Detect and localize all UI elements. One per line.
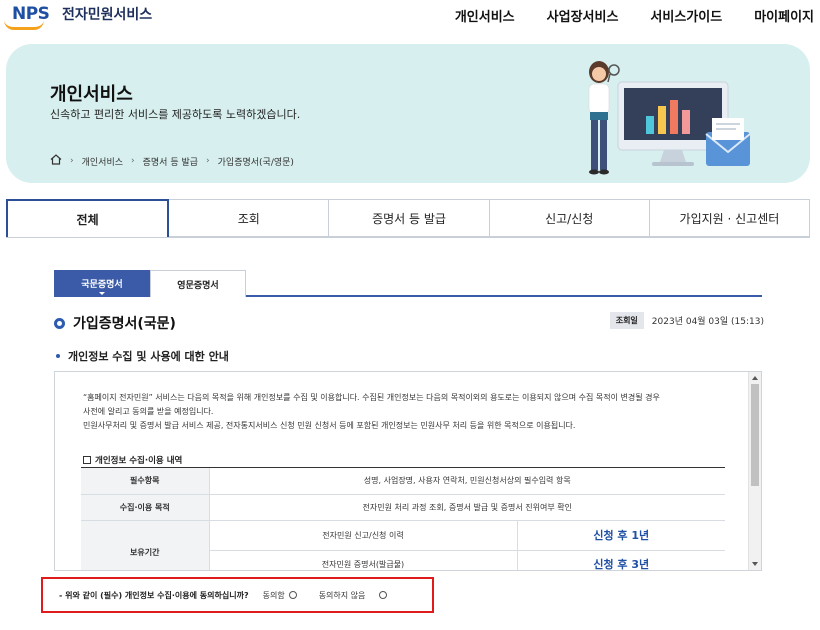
notice-line-3: 민원사무처리 및 증명서 발급 서비스 제공, 전자통지서비스 신청 민원 신청… bbox=[83, 421, 576, 430]
notice-line-2: 사전에 알리고 동의를 받을 예정입니다. bbox=[83, 407, 214, 416]
tab-support-center[interactable]: 가입지원 · 신고센터 bbox=[649, 199, 811, 237]
breadcrumb-personal-service[interactable]: 개인서비스 bbox=[82, 155, 123, 168]
nps-logo-mark: NPS bbox=[4, 4, 60, 30]
privacy-heading-text: 개인정보 수집 및 사용에 대한 안내 bbox=[68, 350, 229, 363]
collection-table-title: 개인정보 수집·이용 내역 bbox=[83, 454, 182, 466]
collection-table: 필수항목 성명, 사업장명, 사용자 연락처, 민원신청서상의 필수입력 항목 … bbox=[81, 468, 725, 570]
global-nav: 개인서비스 사업장서비스 서비스가이드 마이페이지 bbox=[455, 6, 814, 25]
subtab-korean-certificate[interactable]: 국문증명서 bbox=[54, 270, 150, 297]
retention-value-2: 신청 후 3년 bbox=[516, 550, 725, 570]
purpose-label: 수집·이용 목적 bbox=[81, 494, 209, 521]
banner-illustration bbox=[588, 61, 751, 175]
scroll-up-arrow-icon[interactable] bbox=[752, 376, 758, 380]
consent-question: - 위와 같이 (필수) 개인정보 수집·이용에 동의하십니까? bbox=[59, 590, 249, 600]
consent-agree-radio[interactable] bbox=[288, 591, 297, 599]
tab-all[interactable]: 전체 bbox=[6, 199, 170, 237]
certificate-language-tabs: 국문증명서 영문증명서 bbox=[54, 270, 762, 297]
subtab-english-certificate[interactable]: 영문증명서 bbox=[150, 270, 246, 297]
scrollbar-thumb[interactable] bbox=[751, 384, 759, 486]
site-header: NPS 전자민원서비스 개인서비스 사업장서비스 서비스가이드 마이페이지 bbox=[0, 0, 820, 34]
scroll-down-arrow-icon[interactable] bbox=[752, 562, 758, 566]
retention-value-1: 신청 후 1년 bbox=[516, 520, 725, 551]
privacy-consent-box: - 위와 같이 (필수) 개인정보 수집·이용에 동의하십니까? 동의함 동의하… bbox=[41, 577, 434, 613]
consent-disagree-label: 동의하지 않음 bbox=[318, 590, 366, 600]
retention-item-2: 전자민원 증명서(발급물) bbox=[208, 550, 517, 570]
tab-certificate-issue[interactable]: 증명서 등 발급 bbox=[329, 199, 490, 237]
inquiry-date: 조회일 2023년 04월 03일 (15:13) bbox=[609, 312, 764, 329]
subtab-korean-label: 국문증명서 bbox=[81, 280, 123, 290]
banner-title: 개인서비스 bbox=[50, 84, 133, 105]
breadcrumb: › 개인서비스 › 증명서 등 발급 › 가입증명서(국/영문) bbox=[50, 154, 294, 168]
category-tabs: 전체 조회 증명서 등 발급 신고/신청 가입지원 · 신고센터 bbox=[6, 199, 811, 238]
privacy-heading: 개인정보 수집 및 사용에 대한 안내 bbox=[56, 348, 229, 364]
breadcrumb-certificate-issue[interactable]: 증명서 등 발급 bbox=[143, 155, 198, 168]
consent-agree-label: 동의함 bbox=[262, 590, 285, 600]
breadcrumb-separator-icon: › bbox=[70, 156, 74, 166]
section-title: 가입증명서(국문) bbox=[54, 313, 176, 333]
breadcrumb-current-page: 가입증명서(국/영문) bbox=[217, 157, 294, 168]
consent-disagree-option[interactable]: 동의하지 않음 bbox=[319, 590, 388, 601]
breadcrumb-separator-icon: › bbox=[131, 156, 135, 166]
nav-personal-service[interactable]: 개인서비스 bbox=[455, 6, 515, 25]
nav-my-page[interactable]: 마이페이지 bbox=[754, 6, 814, 25]
retention-item-1: 전자민원 신고/신청 이력 bbox=[208, 520, 517, 551]
page-banner: 개인서비스 신속하고 편리한 서비스를 제공하도록 노력하겠습니다. › 개인서… bbox=[6, 44, 810, 183]
caret-down-icon bbox=[99, 292, 105, 295]
notice-line-1: “홈페이지 전자민원” 서비스는 다음의 목적을 위해 개인정보를 수집 및 이… bbox=[83, 393, 660, 402]
logo-swoosh-icon bbox=[4, 20, 44, 30]
date-label-badge: 조회일 bbox=[609, 312, 644, 329]
page-title: 가입증명서(국문) bbox=[73, 316, 176, 332]
breadcrumb-separator-icon: › bbox=[206, 156, 210, 166]
nav-business-service[interactable]: 사업장서비스 bbox=[547, 6, 619, 25]
privacy-notice-content: “홈페이지 전자민원” 서비스는 다음의 목적을 위해 개인정보를 수집 및 이… bbox=[55, 372, 749, 570]
table-row: 수집·이용 목적 전자민원 처리 과정 조회, 증명서 발급 및 증명서 진위여… bbox=[81, 494, 725, 521]
site-logo[interactable]: NPS 전자민원서비스 bbox=[4, 4, 152, 30]
consent-disagree-radio[interactable] bbox=[379, 591, 388, 599]
dot-bullet-icon bbox=[56, 354, 60, 358]
purpose-value: 전자민원 처리 과정 조회, 증명서 발급 및 증명서 진위여부 확인 bbox=[208, 494, 725, 521]
collection-table-title-text: 개인정보 수집·이용 내역 bbox=[95, 456, 183, 466]
retention-label: 보유기간 bbox=[81, 520, 209, 570]
tab-report-apply[interactable]: 신고/신청 bbox=[489, 199, 650, 237]
subtab-english-label: 영문증명서 bbox=[177, 280, 219, 291]
logo-service-name: 전자민원서비스 bbox=[62, 7, 153, 23]
home-icon[interactable] bbox=[50, 154, 62, 168]
nav-service-guide[interactable]: 서비스가이드 bbox=[650, 6, 722, 25]
checkbox-square-icon bbox=[83, 456, 91, 464]
required-items-label: 필수항목 bbox=[81, 468, 209, 495]
table-row: 보유기간 전자민원 신고/신청 이력 신청 후 1년 bbox=[81, 520, 725, 570]
table-row: 필수항목 성명, 사업장명, 사용자 연락처, 민원신청서상의 필수입력 항목 bbox=[81, 468, 725, 495]
notice-scrollbar[interactable] bbox=[748, 372, 761, 570]
date-value: 2023년 04월 03일 (15:13) bbox=[651, 317, 764, 327]
tab-inquiry[interactable]: 조회 bbox=[169, 199, 330, 237]
ring-bullet-icon bbox=[54, 317, 65, 329]
required-items-value: 성명, 사업장명, 사용자 연락처, 민원신청서상의 필수입력 항목 bbox=[208, 468, 725, 495]
banner-subtitle: 신속하고 편리한 서비스를 제공하도록 노력하겠습니다. bbox=[50, 108, 301, 121]
privacy-notice-box[interactable]: “홈페이지 전자민원” 서비스는 다음의 목적을 위해 개인정보를 수집 및 이… bbox=[54, 371, 762, 571]
consent-agree-option[interactable]: 동의함 bbox=[263, 590, 297, 601]
